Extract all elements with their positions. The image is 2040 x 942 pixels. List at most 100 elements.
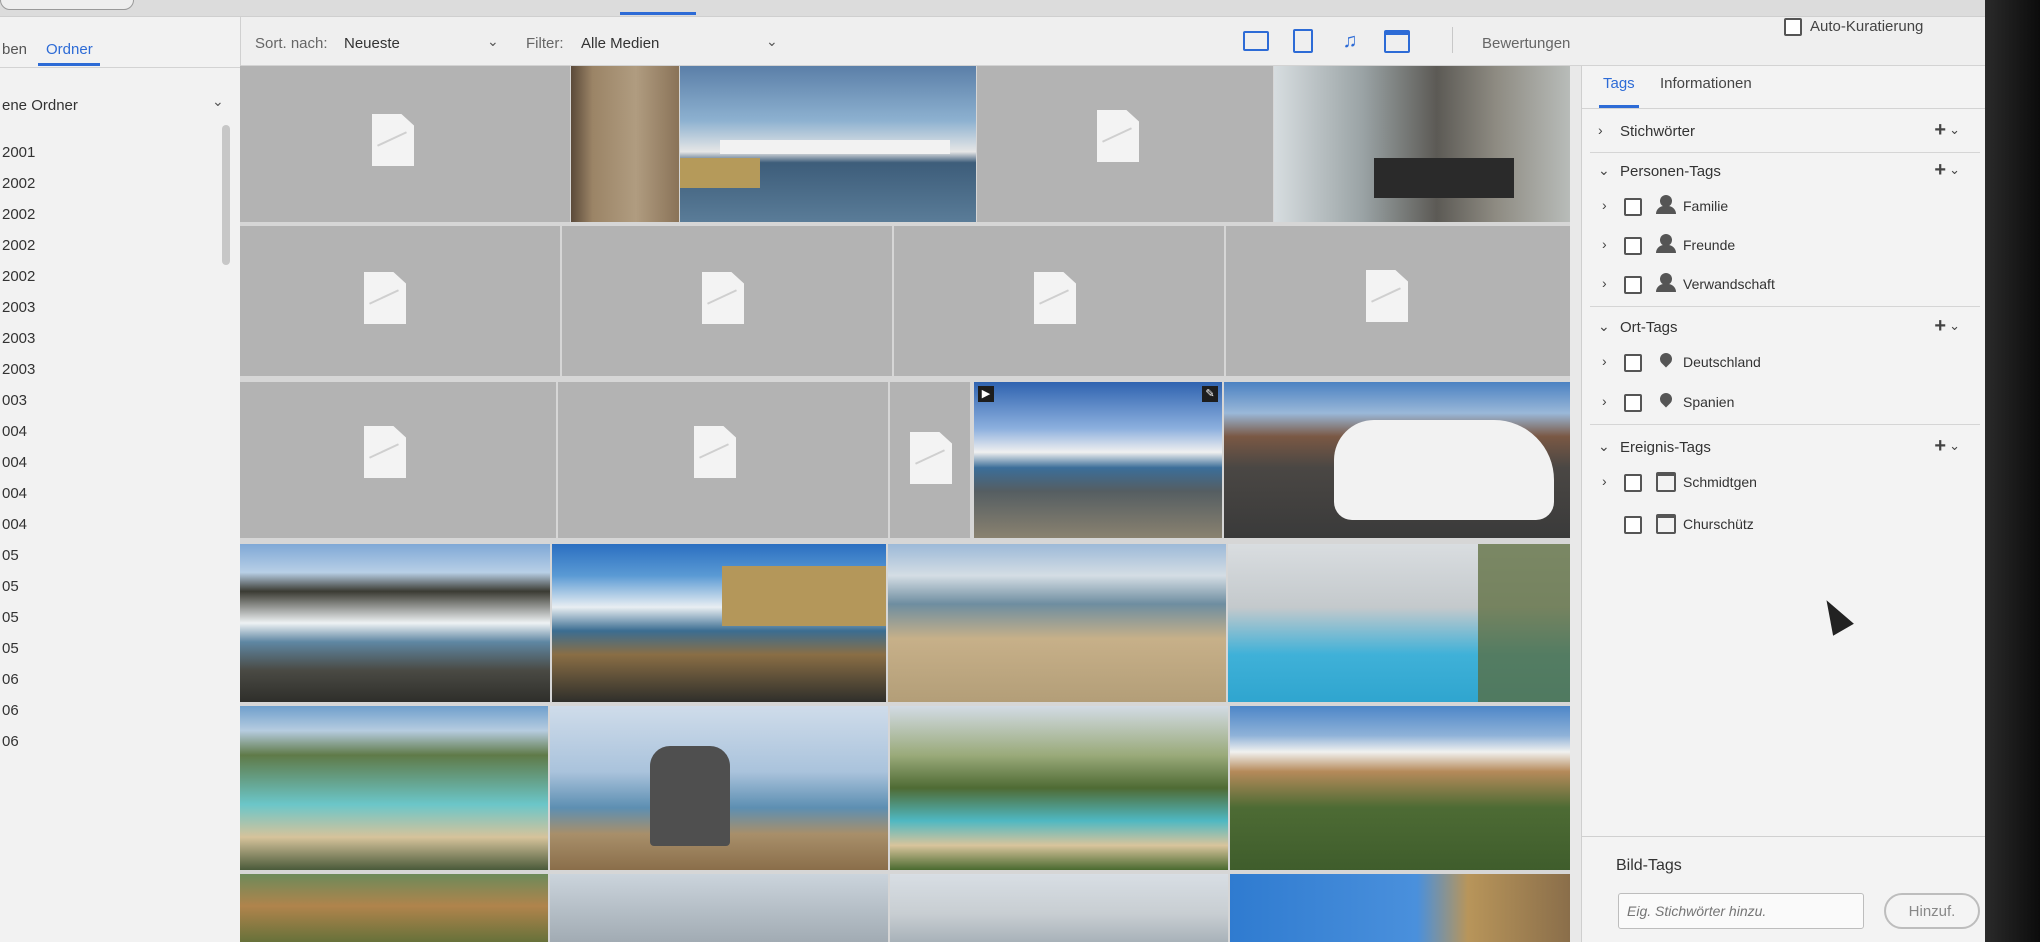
media-tile[interactable] bbox=[888, 544, 1226, 702]
folder-year-item[interactable]: 06 bbox=[2, 733, 19, 750]
section-place-tags[interactable]: ⌄ Ort-Tags + ⌄ bbox=[1582, 310, 1985, 344]
folder-year-item[interactable]: 05 bbox=[2, 578, 19, 595]
section-event-tags[interactable]: ⌄ Ereignis-Tags + ⌄ bbox=[1582, 430, 1985, 464]
folder-year-item[interactable]: 004 bbox=[2, 485, 27, 502]
folder-year-item[interactable]: 004 bbox=[2, 516, 27, 533]
chevron-right-icon[interactable]: › bbox=[1602, 393, 1607, 409]
media-tile[interactable] bbox=[240, 66, 570, 222]
folder-year-item[interactable]: 2003 bbox=[2, 361, 35, 378]
folder-year-item[interactable]: 05 bbox=[2, 609, 19, 626]
folder-year-item[interactable]: 2002 bbox=[2, 175, 35, 192]
folder-year-item[interactable]: 2001 bbox=[2, 144, 35, 161]
tag-checkbox[interactable] bbox=[1624, 237, 1642, 255]
media-tile[interactable] bbox=[977, 66, 1273, 222]
chevron-down-icon[interactable]: ⌄ bbox=[1949, 162, 1960, 178]
add-keyword-icon[interactable]: + bbox=[1934, 119, 1946, 142]
folder-year-item[interactable]: 003 bbox=[2, 392, 27, 409]
media-tile[interactable] bbox=[240, 544, 550, 702]
media-tile[interactable] bbox=[550, 874, 888, 942]
audio-icon[interactable]: ♫ bbox=[1335, 27, 1365, 55]
folder-year-item[interactable]: 2002 bbox=[2, 268, 35, 285]
tab-albums[interactable]: ben bbox=[2, 41, 27, 58]
video-icon[interactable] bbox=[1288, 27, 1318, 55]
tag-checkbox[interactable] bbox=[1624, 474, 1642, 492]
chevron-right-icon[interactable]: › bbox=[1602, 473, 1607, 489]
tag-item[interactable]: › Schmidtgen bbox=[1582, 466, 1985, 498]
tag-checkbox[interactable] bbox=[1624, 354, 1642, 372]
chevron-right-icon[interactable]: › bbox=[1602, 236, 1607, 252]
media-tile[interactable] bbox=[552, 544, 886, 702]
sort-select[interactable]: Neueste bbox=[344, 35, 400, 52]
media-tile[interactable] bbox=[1226, 226, 1570, 376]
media-tile[interactable] bbox=[1224, 382, 1570, 538]
keyword-input[interactable] bbox=[1618, 893, 1864, 929]
tag-item[interactable]: › Spanien bbox=[1582, 386, 1985, 418]
filter-select[interactable]: Alle Medien bbox=[581, 35, 659, 52]
media-tile[interactable] bbox=[240, 226, 560, 376]
media-tile[interactable]: ▶ ✎ bbox=[974, 382, 1222, 538]
folder-year-item[interactable]: 05 bbox=[2, 547, 19, 564]
tag-item[interactable]: › Verwandschaft bbox=[1582, 268, 1985, 300]
media-tile[interactable] bbox=[571, 66, 679, 222]
media-tile[interactable] bbox=[240, 874, 548, 942]
tag-checkbox[interactable] bbox=[1624, 394, 1642, 412]
add-place-tag-icon[interactable]: + bbox=[1934, 315, 1946, 338]
tag-checkbox[interactable] bbox=[1624, 198, 1642, 216]
tag-item[interactable]: › Freunde bbox=[1582, 229, 1985, 261]
chevron-down-icon[interactable]: ⌄ bbox=[1598, 318, 1610, 335]
media-tile[interactable] bbox=[1230, 874, 1570, 942]
add-keyword-button[interactable]: Hinzuf. bbox=[1884, 893, 1980, 929]
chevron-down-icon[interactable]: ⌄ bbox=[1598, 162, 1610, 179]
sort-chevron-icon[interactable]: ⌄ bbox=[487, 33, 499, 50]
auto-curation-toggle[interactable]: Auto-Kuratierung bbox=[1784, 18, 1923, 37]
media-tile[interactable] bbox=[558, 382, 888, 538]
media-tile[interactable] bbox=[1228, 544, 1570, 702]
media-tile[interactable] bbox=[890, 874, 1228, 942]
section-keywords[interactable]: › Stichwörter + ⌄ bbox=[1582, 114, 1985, 148]
filter-chevron-icon[interactable]: ⌄ bbox=[766, 33, 778, 50]
chevron-down-icon[interactable]: ⌄ bbox=[1949, 318, 1960, 334]
project-icon[interactable] bbox=[1382, 27, 1412, 55]
media-tile[interactable] bbox=[890, 382, 970, 538]
tab-information[interactable]: Informationen bbox=[1660, 75, 1752, 92]
folder-year-item[interactable]: 2002 bbox=[2, 237, 35, 254]
media-tile[interactable] bbox=[1274, 66, 1570, 222]
media-tile[interactable] bbox=[1230, 706, 1570, 870]
tag-checkbox[interactable] bbox=[1624, 276, 1642, 294]
folder-year-item[interactable]: 05 bbox=[2, 640, 19, 657]
chevron-right-icon[interactable]: › bbox=[1602, 197, 1607, 213]
tab-folders[interactable]: Ordner bbox=[46, 41, 93, 58]
folder-year-item[interactable]: 06 bbox=[2, 671, 19, 688]
chevron-down-icon[interactable]: ⌄ bbox=[1598, 438, 1610, 455]
chevron-right-icon[interactable]: › bbox=[1602, 275, 1607, 291]
add-people-tag-icon[interactable]: + bbox=[1934, 159, 1946, 182]
top-pill-button[interactable] bbox=[0, 0, 134, 10]
folder-year-item[interactable]: 2003 bbox=[2, 299, 35, 316]
photo-icon[interactable] bbox=[1241, 27, 1271, 55]
auto-curation-checkbox[interactable] bbox=[1784, 18, 1802, 37]
tag-item[interactable]: › Deutschland bbox=[1582, 346, 1985, 378]
tab-tags[interactable]: Tags bbox=[1603, 75, 1635, 92]
chevron-right-icon[interactable]: › bbox=[1602, 353, 1607, 369]
media-tile[interactable] bbox=[894, 226, 1224, 376]
folder-year-item[interactable]: 2003 bbox=[2, 330, 35, 347]
tag-item[interactable]: › Familie bbox=[1582, 190, 1985, 222]
media-tile[interactable] bbox=[562, 226, 892, 376]
chevron-down-icon[interactable]: ⌄ bbox=[1949, 122, 1960, 138]
folder-year-item[interactable]: 2002 bbox=[2, 206, 35, 223]
chevron-down-icon[interactable]: ⌄ bbox=[1949, 438, 1960, 454]
media-tile[interactable] bbox=[680, 66, 976, 222]
section-people-tags[interactable]: ⌄ Personen-Tags + ⌄ bbox=[1582, 154, 1985, 188]
media-tile[interactable] bbox=[240, 382, 556, 538]
media-tile[interactable] bbox=[890, 706, 1228, 870]
tag-item[interactable]: Churschütz bbox=[1582, 508, 1985, 540]
left-scrollbar[interactable] bbox=[222, 125, 230, 265]
tag-checkbox[interactable] bbox=[1624, 516, 1642, 534]
add-event-tag-icon[interactable]: + bbox=[1934, 435, 1946, 458]
chevron-right-icon[interactable]: › bbox=[1598, 122, 1603, 138]
folder-tree-header[interactable]: ene Ordner bbox=[2, 97, 78, 114]
folder-year-item[interactable]: 004 bbox=[2, 454, 27, 471]
folder-year-item[interactable]: 06 bbox=[2, 702, 19, 719]
media-tile[interactable] bbox=[550, 706, 888, 870]
folder-year-item[interactable]: 004 bbox=[2, 423, 27, 440]
